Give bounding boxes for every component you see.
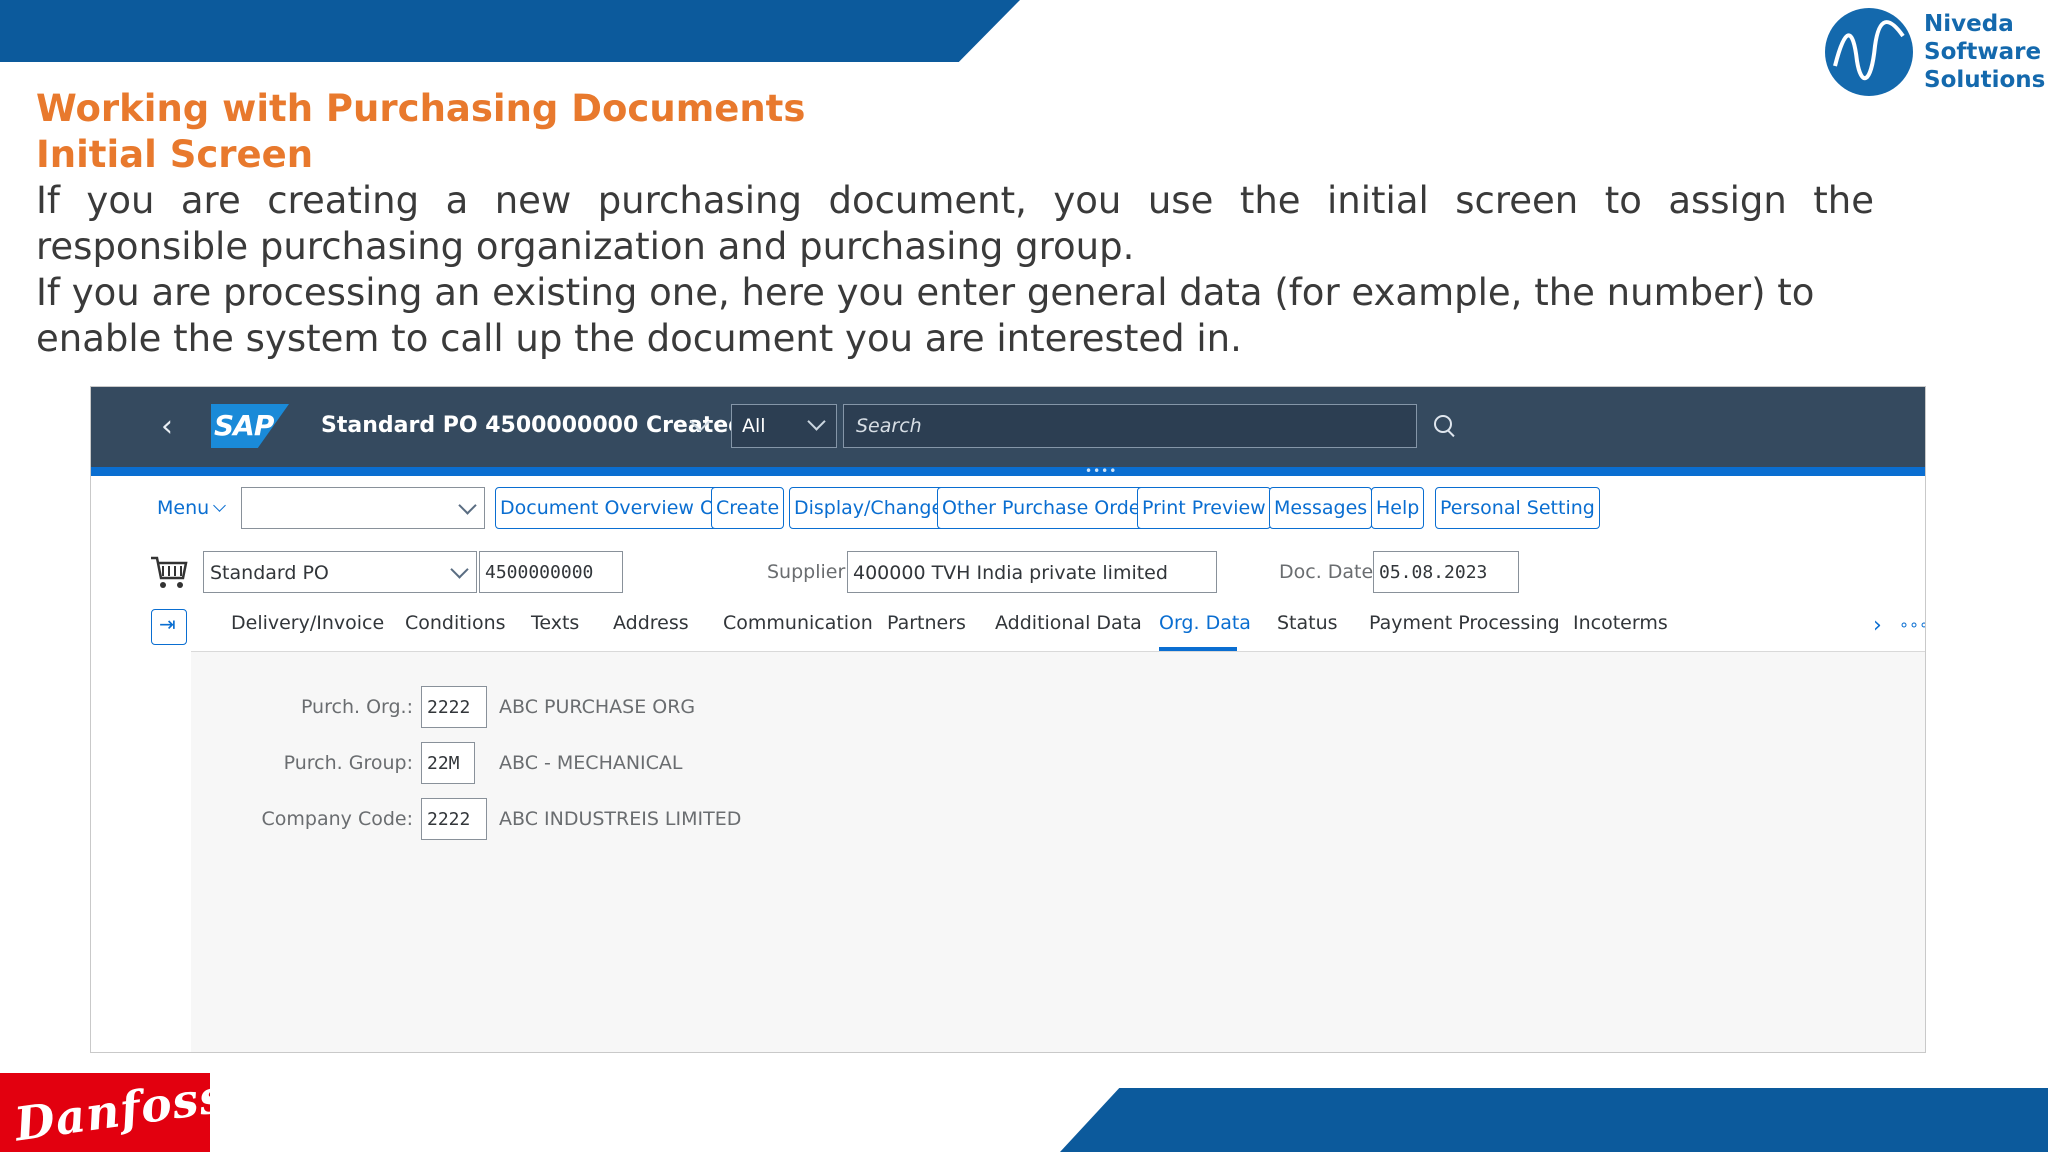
- purch-group-value: 22M: [427, 753, 460, 774]
- purch-org-value: 2222: [427, 697, 471, 718]
- company-code-field[interactable]: 2222: [421, 798, 487, 840]
- cart-icon: [151, 556, 188, 588]
- personal-setting-button[interactable]: Personal Setting: [1435, 487, 1600, 529]
- sap-screenshot: ‹ SAP Standard PO 4500000000 Created ...…: [90, 386, 1926, 1053]
- company-code-label: Company Code:: [261, 808, 413, 830]
- doc-type-value: Standard PO: [210, 562, 329, 584]
- doc-date-label: Doc. Date:: [1279, 561, 1380, 583]
- process-paragraph-line2: enable the system to call up the documen…: [36, 317, 1242, 360]
- shell-accent-bar: [91, 467, 1925, 476]
- sap-logo-text: SAP: [214, 409, 274, 442]
- doc-date-value: 05.08.2023: [1379, 562, 1488, 583]
- doc-date-field[interactable]: 05.08.2023: [1373, 551, 1519, 593]
- scope-chevron-down-icon: [807, 412, 826, 431]
- company-code-value: 2222: [427, 809, 471, 830]
- process-paragraph: If you are processing an existing one, h…: [36, 270, 1876, 362]
- create-button[interactable]: Create: [711, 487, 785, 529]
- purch-group-field[interactable]: 22M: [421, 742, 475, 784]
- search-scope-value: All: [742, 415, 766, 437]
- menu-chevron-down-icon: [213, 499, 227, 512]
- logo-line-3: Solutions: [1924, 67, 2046, 93]
- tab-org-data[interactable]: Org. Data: [1159, 612, 1251, 634]
- help-button[interactable]: Help: [1371, 487, 1425, 529]
- supplier-label: Supplier:: [767, 561, 852, 583]
- other-purchase-order-button[interactable]: Other Purchase Order: [937, 487, 1154, 529]
- sap-logo[interactable]: SAP: [211, 404, 289, 448]
- tab-status[interactable]: Status: [1277, 612, 1338, 634]
- intro-paragraph: If you are creating a new purchasing doc…: [36, 179, 1874, 268]
- org-data-panel: Purch. Org.: 2222 ABC PURCHASE ORG Purch…: [191, 652, 1925, 1052]
- purch-org-field[interactable]: 2222: [421, 686, 487, 728]
- supplier-field[interactable]: 400000 TVH India private limited: [847, 551, 1217, 593]
- sap-shell-bar: ‹ SAP Standard PO 4500000000 Created ...…: [91, 387, 1925, 467]
- menu-label: Menu: [157, 497, 210, 519]
- collapse-header-icon[interactable]: ⇥: [151, 609, 187, 645]
- supplier-value: 400000 TVH India private limited: [853, 562, 1168, 584]
- chevron-right-icon[interactable]: ›: [1873, 613, 1882, 638]
- print-preview-button[interactable]: Print Preview: [1137, 487, 1271, 529]
- doc-type-select[interactable]: Standard PO: [203, 551, 477, 593]
- search-input[interactable]: Search: [843, 404, 1417, 448]
- doc-number-field[interactable]: 4500000000: [479, 551, 623, 593]
- search-scope-select[interactable]: All: [731, 404, 837, 448]
- menu-button[interactable]: Menu: [157, 497, 227, 519]
- tab-texts[interactable]: Texts: [531, 612, 579, 634]
- tab-communication[interactable]: Communication: [723, 612, 873, 634]
- purch-org-description: ABC PURCHASE ORG: [499, 696, 696, 718]
- doc-number-value: 4500000000: [485, 562, 594, 583]
- document-overview-button[interactable]: Document Overview On: [495, 487, 732, 529]
- niveda-logo-icon: [1825, 8, 1913, 96]
- resize-handle-icon[interactable]: ••••: [1085, 465, 1117, 477]
- tab-conditions[interactable]: Conditions: [405, 612, 506, 634]
- doc-type-chevron-down-icon: [450, 560, 469, 579]
- purch-org-label: Purch. Org.:: [300, 696, 413, 718]
- company-code-description: ABC INDUSTREIS LIMITED: [499, 808, 742, 830]
- logo-line-2: Software: [1924, 39, 2042, 65]
- top-banner: [0, 0, 1020, 62]
- process-paragraph-line1: If you are processing an existing one, h…: [36, 271, 1815, 314]
- back-icon[interactable]: ‹: [161, 409, 173, 444]
- app-title[interactable]: Standard PO 4500000000 Created ...: [321, 413, 777, 438]
- tab-address[interactable]: Address: [613, 612, 689, 634]
- display-change-button[interactable]: Display/Change: [789, 487, 949, 529]
- tab-incoterms[interactable]: Incoterms: [1573, 612, 1668, 634]
- command-chevron-down-icon: [458, 496, 477, 515]
- search-placeholder: Search: [856, 415, 922, 437]
- more-options-icon[interactable]: ∘∘∘: [1899, 615, 1925, 634]
- company-logo-text: Niveda Software Solutions: [1924, 10, 2045, 94]
- tab-partners[interactable]: Partners: [887, 612, 966, 634]
- danfoss-logo: Danfoss: [0, 1068, 229, 1152]
- slide-title: Working with Purchasing Documents Initia…: [36, 86, 805, 178]
- command-field[interactable]: [241, 487, 485, 529]
- slide-title-line1: Working with Purchasing Documents: [36, 87, 806, 130]
- danfoss-logo-text: Danfoss: [11, 1068, 230, 1152]
- bottom-banner: [1060, 1088, 2048, 1152]
- tab-delivery-invoice[interactable]: Delivery/Invoice: [231, 612, 384, 634]
- tab-payment-processing[interactable]: Payment Processing: [1369, 612, 1560, 634]
- purch-group-description: ABC - MECHANICAL: [499, 752, 683, 774]
- purch-group-label: Purch. Group:: [283, 752, 413, 774]
- logo-line-1: Niveda: [1924, 11, 2014, 37]
- tab-additional-data[interactable]: Additional Data: [995, 612, 1142, 634]
- slide-subtitle: Initial Screen: [36, 133, 314, 176]
- messages-button[interactable]: Messages: [1269, 487, 1373, 529]
- search-icon[interactable]: [1434, 415, 1452, 433]
